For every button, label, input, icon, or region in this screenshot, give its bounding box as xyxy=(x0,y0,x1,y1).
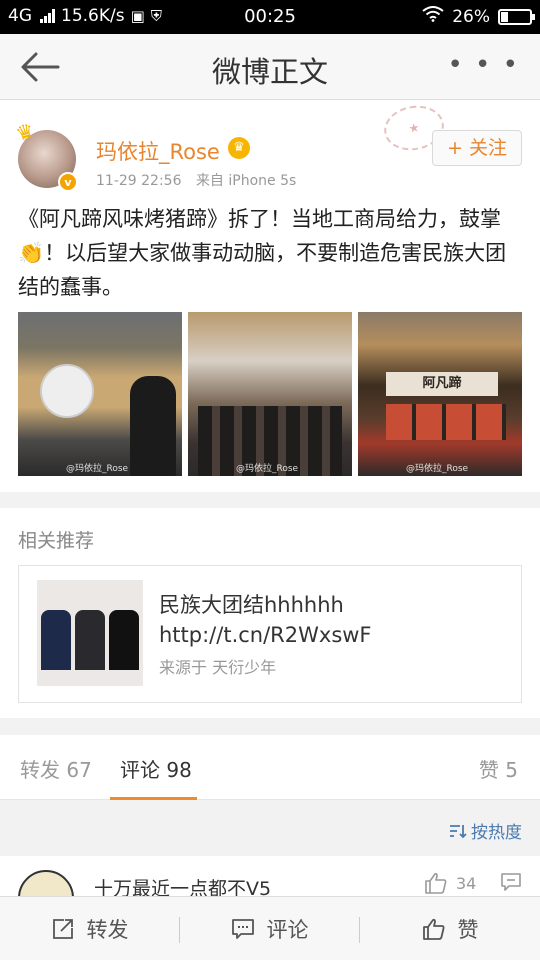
more-button[interactable]: • • • xyxy=(447,50,520,80)
nav-bar: 微博正文 • • • xyxy=(0,34,540,100)
photo-watermark: @玛依拉_Rose xyxy=(406,464,469,474)
related-thumbnail xyxy=(37,580,143,686)
related-section: 相关推荐 民族大团结hhhhhh http://t.cn/R2WxswF 来源于… xyxy=(0,508,540,718)
commenter-avatar[interactable] xyxy=(18,870,74,896)
related-title: 民族大团结hhhhhh http://t.cn/R2WxswF xyxy=(159,593,372,647)
battery-percent: 26% xyxy=(452,6,490,27)
related-card[interactable]: 民族大团结hhhhhh http://t.cn/R2WxswF 来源于 天衍少年 xyxy=(18,565,522,703)
shop-sign: 阿凡蹄 xyxy=(386,372,498,396)
person-figure xyxy=(130,376,176,476)
post-text: 《阿凡蹄风味烤猪蹄》拆了！当地工商局给力，鼓掌👏！以后望大家做事动动脑，不要制造… xyxy=(18,207,507,299)
tab-comment[interactable]: 评论 98 xyxy=(120,754,192,783)
post-photo-2[interactable]: @玛依拉_Rose xyxy=(188,312,352,476)
menu-board xyxy=(386,404,506,440)
follow-button[interactable]: + 关注 xyxy=(432,130,522,166)
comment-like-count: 34 xyxy=(456,873,477,893)
more-icon: • • • xyxy=(447,50,520,80)
sort-bar: 按热度 xyxy=(0,800,540,856)
bottom-action-bar: 转发 评论 赞 xyxy=(0,896,540,960)
post-photo-1[interactable]: @玛依拉_Rose xyxy=(18,312,182,476)
related-source: 来源于 天衍少年 xyxy=(159,658,277,677)
section-title: 相关推荐 xyxy=(18,530,95,552)
thumbs-up-icon xyxy=(422,918,444,940)
tab-like[interactable]: 赞 5 xyxy=(479,754,518,783)
sort-by-hot-button[interactable]: 按热度 xyxy=(449,818,522,843)
member-crown-icon[interactable]: ♛ xyxy=(228,137,250,159)
post-source: 来自 iPhone 5s xyxy=(195,173,297,189)
post-time: 11-29 22:56 xyxy=(96,173,182,189)
comment-text: 十万最近一点都不V5 xyxy=(94,878,272,896)
comment-like-button[interactable]: 34 xyxy=(424,872,476,894)
comment-button[interactable]: 评论 xyxy=(180,897,359,960)
post-photo-3[interactable]: 阿凡蹄 @玛依拉_Rose xyxy=(358,312,522,476)
like-label: 赞 xyxy=(457,918,479,942)
thumbs-up-icon xyxy=(425,872,447,894)
username[interactable]: 玛依拉_Rose xyxy=(96,136,220,166)
comment-item: 十万最近一点都不V5 34 xyxy=(0,856,540,896)
status-bar: 4G 15.6K/s ▣ ⛨ 00:25 26% xyxy=(0,0,540,34)
sort-icon xyxy=(450,824,467,838)
verified-badge: v xyxy=(58,172,78,192)
tab-repost[interactable]: 转发 67 xyxy=(20,754,92,783)
clock-decoration xyxy=(40,364,94,418)
post-meta: 11-29 22:56 来自 iPhone 5s xyxy=(96,170,306,190)
repost-icon xyxy=(52,919,73,939)
weibo-post: ★ ♛ v 玛依拉_Rose ♛ 11-29 22:56 来自 iPhone 5… xyxy=(0,100,540,492)
sort-label: 按热度 xyxy=(471,823,522,843)
like-button[interactable]: 赞 xyxy=(360,897,540,960)
photo-watermark: @玛依拉_Rose xyxy=(66,464,129,474)
photo-watermark: @玛依拉_Rose xyxy=(236,464,299,474)
interaction-tabs: 转发 67 评论 98 赞 5 xyxy=(0,735,540,800)
comment-label: 评论 xyxy=(266,918,309,942)
reply-button[interactable] xyxy=(500,872,522,892)
comment-icon xyxy=(231,919,254,939)
reply-icon xyxy=(501,873,521,891)
battery-icon xyxy=(498,8,535,25)
wifi-icon xyxy=(422,6,444,27)
repost-label: 转发 xyxy=(86,918,129,942)
repost-button[interactable]: 转发 xyxy=(0,897,179,960)
